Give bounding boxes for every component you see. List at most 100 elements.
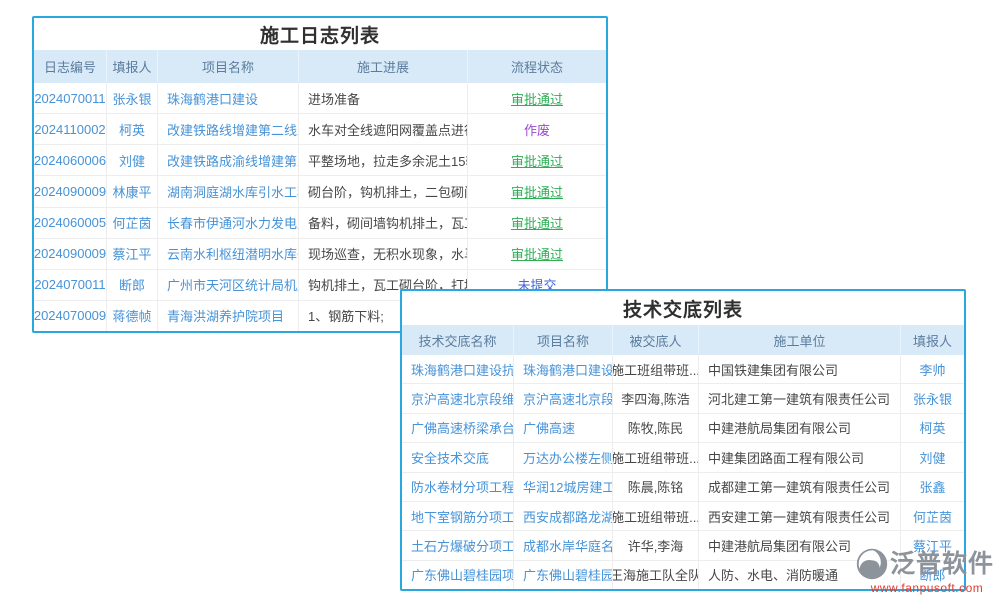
receiver-text: 陈牧,陈民 bbox=[613, 414, 699, 442]
reporter-link[interactable]: 刘健 bbox=[901, 443, 964, 471]
table-row: 2024060005何芷茵长春市伊通河水力发电厂...备料，砌间墙钩机排土，瓦工… bbox=[34, 208, 606, 239]
project-link[interactable]: 广州市天河区统计局机房... bbox=[158, 270, 299, 300]
project-link[interactable]: 广佛高速 bbox=[514, 414, 613, 442]
fanpu-watermark: 泛普软件 www.fanpusoft.com bbox=[856, 548, 998, 595]
log-table-title: 施工日志列表 bbox=[34, 18, 606, 50]
status-badge[interactable]: 审批通过 bbox=[468, 83, 606, 113]
project-link[interactable]: 广东佛山碧桂园项目 bbox=[514, 561, 613, 589]
receiver-text: 施工班组带班... bbox=[613, 502, 699, 530]
project-link[interactable]: 西安成都路龙湖上... bbox=[514, 502, 613, 530]
table-row: 2024090009蔡江平云南水利枢纽潜明水库一...现场巡查，无积水现象，水马… bbox=[34, 239, 606, 270]
project-link[interactable]: 改建铁路成渝线增建第二... bbox=[158, 145, 299, 175]
reporter-link[interactable]: 张鑫 bbox=[901, 473, 964, 501]
unit-text: 河北建工第一建筑有限责任公司 bbox=[699, 384, 901, 412]
brand-name: 泛普软件 bbox=[890, 552, 994, 577]
table-row: 2024110002柯英改建铁路线增建第二线直...水车对全线遮阳网覆盖点进行.… bbox=[34, 114, 606, 145]
log-id-link[interactable]: 2024090009 bbox=[34, 176, 107, 206]
disclosure-name-link[interactable]: 京沪高速北京段维修... bbox=[402, 384, 514, 412]
disclosure-name-link[interactable]: 广佛高速桥梁承台施... bbox=[402, 414, 514, 442]
table-row: 珠海鹤港口建设抗浮...珠海鹤港口建设施工班组带班...中国铁建集团有限公司李帅 bbox=[402, 355, 964, 384]
receiver-text: 王海施工队全队 bbox=[613, 561, 699, 589]
technical-disclosure-table: 技术交底列表 技术交底名称 项目名称 被交底人 施工单位 填报人 珠海鹤港口建设… bbox=[400, 289, 966, 591]
disclosure-name-link[interactable]: 地下室钢筋分项工程... bbox=[402, 502, 514, 530]
column-header-reporter: 填报人 bbox=[901, 325, 964, 355]
unit-text: 中国铁建集团有限公司 bbox=[699, 355, 901, 383]
log-id-link[interactable]: 2024060006 bbox=[34, 145, 107, 175]
column-header-status: 流程状态 bbox=[468, 50, 606, 83]
disclosure-table-header: 技术交底名称 项目名称 被交底人 施工单位 填报人 bbox=[402, 325, 964, 355]
disclosure-name-link[interactable]: 土石方爆破分项工程... bbox=[402, 531, 514, 559]
disclosure-table-title: 技术交底列表 bbox=[402, 291, 964, 325]
status-badge[interactable]: 审批通过 bbox=[468, 208, 606, 238]
receiver-text: 李四海,陈浩 bbox=[613, 384, 699, 412]
status-badge[interactable]: 审批通过 bbox=[468, 176, 606, 206]
log-table-header: 日志编号 填报人 项目名称 施工进展 流程状态 bbox=[34, 50, 606, 83]
project-link[interactable]: 长春市伊通河水力发电厂... bbox=[158, 208, 299, 238]
progress-text: 水车对全线遮阳网覆盖点进行... bbox=[299, 114, 468, 144]
column-header-project: 项目名称 bbox=[514, 325, 613, 355]
disclosure-name-link[interactable]: 安全技术交底 bbox=[402, 443, 514, 471]
table-row: 安全技术交底万达办公楼左侧A...施工班组带班...中建集团路面工程有限公司刘健 bbox=[402, 443, 964, 472]
project-link[interactable]: 京沪高速北京段维修 bbox=[514, 384, 613, 412]
project-link[interactable]: 华润12城房建工... bbox=[514, 473, 613, 501]
progress-text: 现场巡查，无积水现象，水马... bbox=[299, 239, 468, 269]
table-row: 广佛高速桥梁承台施...广佛高速陈牧,陈民中建港航局集团有限公司柯英 bbox=[402, 414, 964, 443]
project-link[interactable]: 青海洪湖养护院项目 bbox=[158, 301, 299, 331]
reporter-link[interactable]: 刘健 bbox=[107, 145, 158, 175]
column-header-project: 项目名称 bbox=[158, 50, 299, 83]
receiver-text: 施工班组带班... bbox=[613, 355, 699, 383]
fanpu-logo-icon bbox=[856, 548, 888, 580]
log-id-link[interactable]: 2024110002 bbox=[34, 114, 107, 144]
unit-text: 中建港航局集团有限公司 bbox=[699, 414, 901, 442]
column-header-unit: 施工单位 bbox=[699, 325, 901, 355]
reporter-link[interactable]: 张永银 bbox=[901, 384, 964, 412]
project-link[interactable]: 改建铁路线增建第二线直... bbox=[158, 114, 299, 144]
progress-text: 进场准备 bbox=[299, 83, 468, 113]
log-id-link[interactable]: 2024060005 bbox=[34, 208, 107, 238]
log-id-link[interactable]: 2024070009 bbox=[34, 301, 107, 331]
column-header-receiver: 被交底人 bbox=[613, 325, 699, 355]
page: 施工日志列表 日志编号 填报人 项目名称 施工进展 流程状态 202407001… bbox=[0, 0, 1000, 600]
column-header-disclosure-name: 技术交底名称 bbox=[402, 325, 514, 355]
project-link[interactable]: 云南水利枢纽潜明水库一... bbox=[158, 239, 299, 269]
column-header-progress: 施工进展 bbox=[299, 50, 468, 83]
log-id-link[interactable]: 2024070011 bbox=[34, 270, 107, 300]
disclosure-name-link[interactable]: 防水卷材分项工程施... bbox=[402, 473, 514, 501]
column-header-log-id: 日志编号 bbox=[34, 50, 107, 83]
reporter-link[interactable]: 柯英 bbox=[107, 114, 158, 144]
reporter-link[interactable]: 断郎 bbox=[107, 270, 158, 300]
status-badge: 作废 bbox=[468, 114, 606, 144]
project-link[interactable]: 湖南洞庭湖水库引水工程... bbox=[158, 176, 299, 206]
table-row: 京沪高速北京段维修...京沪高速北京段维修李四海,陈浩河北建工第一建筑有限责任公… bbox=[402, 384, 964, 413]
disclosure-name-link[interactable]: 广东佛山碧桂园项目... bbox=[402, 561, 514, 589]
reporter-link[interactable]: 何芷茵 bbox=[107, 208, 158, 238]
receiver-text: 许华,李海 bbox=[613, 531, 699, 559]
project-link[interactable]: 珠海鹤港口建设 bbox=[158, 83, 299, 113]
progress-text: 平整场地，拉走多余泥土15辆... bbox=[299, 145, 468, 175]
reporter-link[interactable]: 蒋德帧 bbox=[107, 301, 158, 331]
log-id-link[interactable]: 2024090009 bbox=[34, 239, 107, 269]
progress-text: 备料，砌间墙钩机排土，瓦工... bbox=[299, 208, 468, 238]
unit-text: 西安建工第一建筑有限责任公司 bbox=[699, 502, 901, 530]
unit-text: 成都建工第一建筑有限责任公司 bbox=[699, 473, 901, 501]
disclosure-name-link[interactable]: 珠海鹤港口建设抗浮... bbox=[402, 355, 514, 383]
reporter-link[interactable]: 何芷茵 bbox=[901, 502, 964, 530]
project-link[interactable]: 珠海鹤港口建设 bbox=[514, 355, 613, 383]
table-row: 2024060006刘健改建铁路成渝线增建第二...平整场地，拉走多余泥土15辆… bbox=[34, 145, 606, 176]
receiver-text: 陈晨,陈铭 bbox=[613, 473, 699, 501]
table-row: 地下室钢筋分项工程...西安成都路龙湖上...施工班组带班...西安建工第一建筑… bbox=[402, 502, 964, 531]
table-row: 防水卷材分项工程施...华润12城房建工...陈晨,陈铭成都建工第一建筑有限责任… bbox=[402, 473, 964, 502]
status-badge[interactable]: 审批通过 bbox=[468, 239, 606, 269]
log-id-link[interactable]: 2024070011 bbox=[34, 83, 107, 113]
project-link[interactable]: 成都水岸华庭名苑... bbox=[514, 531, 613, 559]
reporter-link[interactable]: 林康平 bbox=[107, 176, 158, 206]
table-row: 2024090009林康平湖南洞庭湖水库引水工程...砌台阶，钩机排土，二包砌间… bbox=[34, 176, 606, 207]
table-row: 2024070011张永银珠海鹤港口建设进场准备审批通过 bbox=[34, 83, 606, 114]
reporter-link[interactable]: 李帅 bbox=[901, 355, 964, 383]
status-badge[interactable]: 审批通过 bbox=[468, 145, 606, 175]
project-link[interactable]: 万达办公楼左侧A... bbox=[514, 443, 613, 471]
reporter-link[interactable]: 柯英 bbox=[901, 414, 964, 442]
reporter-link[interactable]: 张永银 bbox=[107, 83, 158, 113]
reporter-link[interactable]: 蔡江平 bbox=[107, 239, 158, 269]
unit-text: 中建集团路面工程有限公司 bbox=[699, 443, 901, 471]
